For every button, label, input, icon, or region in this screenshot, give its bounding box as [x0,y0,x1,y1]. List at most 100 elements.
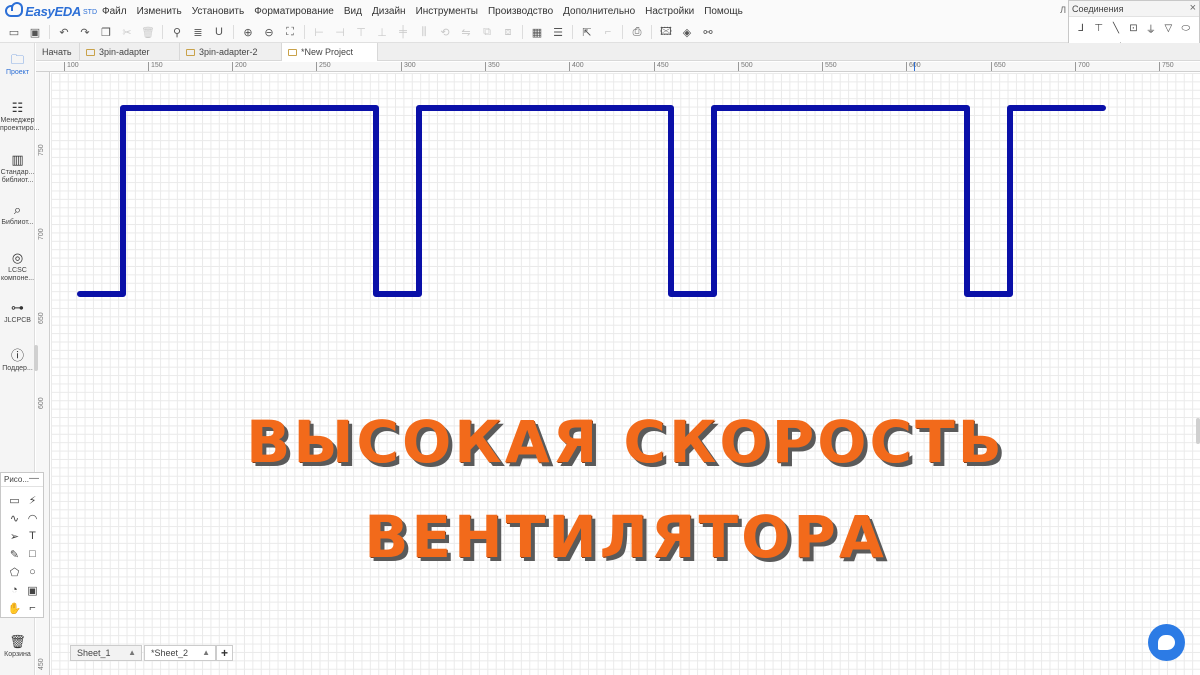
ruler-tick: 700 [1075,62,1090,71]
menu-edit[interactable]: Изменить [132,6,187,17]
route-icon[interactable]: ⌐ [600,24,616,40]
polyline-icon[interactable]: ⚡ [24,492,41,508]
copy-icon[interactable]: ❐ [98,24,114,40]
canvas-origin-icon[interactable]: ⌐ [24,600,41,616]
layers-icon[interactable]: ◈ [679,24,695,40]
folder-icon [288,48,297,56]
align-top-icon[interactable]: ⊤ [353,24,369,40]
logo-text: EasyEDA [25,3,81,19]
undo-icon[interactable]: ↶ [56,24,72,40]
menu-place[interactable]: Установить [187,6,250,17]
left-panel-resize-handle[interactable] [34,345,38,371]
menu-format[interactable]: Форматирование [249,6,339,17]
pie-icon[interactable]: ◔ [6,582,23,598]
arc-icon[interactable]: ◠ [24,510,41,526]
menu-view[interactable]: Вид [339,6,367,17]
sheet-tab-label: Sheet_1 [77,648,111,658]
menu-help[interactable]: Помощь [699,6,748,17]
rect-frame-icon[interactable]: ▭ [6,492,23,508]
schematic-canvas[interactable]: ВЫСОКАЯ СКОРОСТЬ ВЕНТИЛЯТОРА [51,73,1200,675]
search-icon[interactable]: ⚲ [169,24,185,40]
sidebar-item-support[interactable]: ⓘ Поддер... [0,349,35,373]
redo-icon[interactable]: ↷ [77,24,93,40]
menu-settings[interactable]: Настройки [640,6,699,17]
align-left-icon[interactable]: ⊢ [311,24,327,40]
export-icon[interactable]: ⎙ [629,24,645,40]
sidebar-item-project[interactable]: 🗀 Проект [0,53,35,77]
find-replace-icon[interactable]: ≣ [190,24,206,40]
menu-design[interactable]: Дизайн [367,6,411,17]
delete-icon[interactable]: 🗑 [140,24,156,40]
zoom-out-icon[interactable]: ⊖ [261,24,277,40]
pwm-waveform-drawing[interactable] [51,73,1200,675]
netflag-icon[interactable]: ▽ [1160,20,1176,36]
bring-front-icon[interactable]: ⧉ [479,24,495,40]
sheet-tab-label: *Sheet_2 [151,648,189,658]
layers-toggle-icon[interactable]: ☰ [550,24,566,40]
sidebar-item-standard-library[interactable]: ▥ Стандар... библиот... [0,153,35,185]
chevron-up-icon[interactable]: ▲ [128,646,136,660]
sidebar-item-design-manager[interactable]: ☷ Менеджер проектиро... [0,101,39,133]
tab-start[interactable]: Начать [36,43,80,61]
menu-advanced[interactable]: Дополнительно [558,6,640,17]
drawing-panel-minimize-button[interactable]: — [29,473,39,484]
grid-snap-icon[interactable]: ▦ [529,24,545,40]
tab-new-project[interactable]: *New Project [282,43,378,61]
text-tool-icon[interactable]: T [24,528,41,544]
line-icon[interactable]: ╲ [1108,20,1124,36]
send-back-icon[interactable]: ⧈ [500,24,516,40]
bezier-icon[interactable]: ∿ [6,510,23,526]
toolbar-divider [522,25,523,39]
tab-3pin-adapter[interactable]: 3pin-adapter [80,43,180,61]
align-right-icon[interactable]: ⊣ [332,24,348,40]
drawing-tools-panel: Рисо... — ▭ ⚡ ∿ ◠ ➢ T ✎ □ ⬠ ○ ◔ ▣ ✋ ⌐ [0,472,44,618]
cut-icon[interactable]: ✂ [119,24,135,40]
new-file-icon[interactable]: ▭ [6,24,22,40]
zoom-in-icon[interactable]: ⊕ [240,24,256,40]
sidebar-item-jlcpcb[interactable]: ⊶ JLCPCB [0,301,35,325]
menu-tools[interactable]: Инструменты [411,6,483,17]
rotate-icon[interactable]: ⟲ [437,24,453,40]
user-menu[interactable]: Л [1060,5,1066,15]
wiring-panel-close-button[interactable]: × [1190,2,1196,14]
fit-view-icon[interactable]: ⛶ [282,24,298,40]
right-panel-resize-handle[interactable] [1196,418,1200,444]
align-center-icon[interactable]: ╪ [395,24,411,40]
add-sheet-button[interactable]: + [216,645,233,661]
text-format-icon[interactable]: U [211,24,227,40]
polygon-icon[interactable]: ⬠ [6,564,23,580]
port-icon[interactable]: ⬭ [1178,20,1194,36]
drag-icon[interactable]: ✋ [6,600,23,616]
bus-icon[interactable]: ⊤ [1090,20,1106,36]
circle-icon[interactable]: ○ [24,564,41,580]
sheet-tab-2[interactable]: *Sheet_2 ▲ [144,645,216,661]
sidebar-item-lcsc[interactable]: ◎ LCSC компоне... [0,251,35,283]
picture-icon[interactable]: ▣ [24,582,41,598]
pointer-tool-icon[interactable]: ⇱ [579,24,595,40]
share-icon[interactable]: ⚯ [700,24,716,40]
pwm-waveform-line[interactable] [77,105,1106,297]
freehand-icon[interactable]: ✎ [6,546,23,562]
chevron-up-icon[interactable]: ▲ [202,646,210,660]
sheet-tab-1[interactable]: Sheet_1 ▲ [70,645,142,661]
ruler-tick: 450 [38,658,45,670]
menu-file[interactable]: Файл [97,6,132,17]
ground-icon[interactable]: ⏚ [1143,20,1159,36]
tab-3pin-adapter-2[interactable]: 3pin-adapter-2 [180,43,282,61]
align-bottom-icon[interactable]: ⊥ [374,24,390,40]
ruler-tick: 500 [738,62,753,71]
save-icon[interactable]: ▣ [27,24,43,40]
rectangle-icon[interactable]: □ [24,546,41,562]
arrow-icon[interactable]: ➢ [6,528,23,544]
image-icon[interactable]: 🖾 [658,24,674,40]
distribute-icon[interactable]: ⫼ [416,24,432,40]
tab-label: Начать [42,47,72,57]
menu-fabrication[interactable]: Производство [483,6,558,17]
sidebar-item-label: Стандар... библиот... [0,169,35,184]
flip-icon[interactable]: ⇋ [458,24,474,40]
net-label-icon[interactable]: ⊡ [1125,20,1141,36]
wire-icon[interactable]: ⅃ [1073,20,1089,36]
sidebar-item-trash[interactable]: 🗑 Корзина [0,635,35,659]
chat-support-button[interactable] [1148,624,1185,661]
sidebar-item-library[interactable]: ⌕ Библиот... [0,203,35,227]
